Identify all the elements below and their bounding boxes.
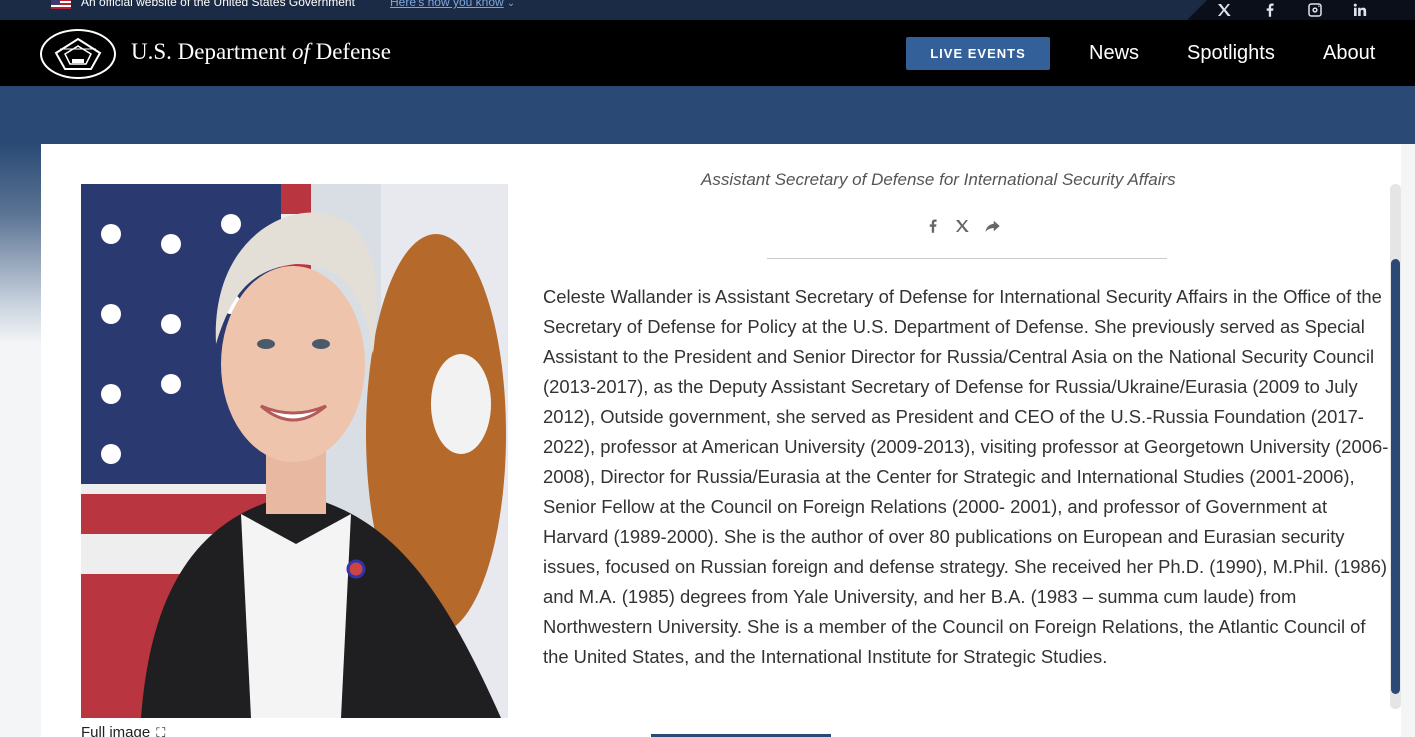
site-title-part1: U.S. Department	[131, 39, 292, 64]
site-title-part2: Defense	[309, 39, 391, 64]
how-you-know-label: Here's how you know	[390, 0, 504, 9]
site-header: U.S. Department of Defense LIVE EVENTS N…	[0, 20, 1415, 86]
bio-text: Celeste Wallander is Assistant Secretary…	[543, 286, 1389, 667]
x-share-icon[interactable]	[953, 217, 971, 235]
us-flag-icon	[51, 0, 71, 9]
nav-news[interactable]: News	[1089, 42, 1139, 65]
dod-seal-logo[interactable]	[40, 29, 116, 79]
how-you-know-link[interactable]: Here's how you know ⌄	[390, 0, 515, 9]
pentagon-icon	[54, 37, 102, 70]
profile-card: Full image ⛶ Assistant Secretary of Defen…	[41, 144, 1401, 737]
facebook-share-icon[interactable]	[924, 217, 942, 235]
side-gradient	[0, 144, 41, 344]
facebook-icon[interactable]	[1261, 1, 1279, 19]
nav-spotlights[interactable]: Spotlights	[1187, 42, 1275, 65]
instagram-icon[interactable]	[1306, 1, 1324, 19]
social-links	[1187, 0, 1415, 20]
share-row	[924, 217, 1004, 237]
full-image-label: Full image	[81, 724, 151, 737]
official-site-text: An official website of the United States…	[81, 0, 355, 9]
expand-icon: ⛶	[156, 725, 166, 737]
profile-subtitle: Assistant Secretary of Defense for Inter…	[701, 170, 1176, 189]
chevron-down-icon: ⌄	[506, 0, 516, 9]
nav-about[interactable]: About	[1323, 42, 1375, 65]
hero-band	[0, 86, 1415, 144]
site-title[interactable]: U.S. Department of Defense	[131, 39, 391, 65]
scrollbar-thumb[interactable]	[1391, 259, 1400, 694]
full-image-link[interactable]: Full image ⛶	[81, 724, 165, 737]
linkedin-icon[interactable]	[1351, 1, 1369, 19]
site-title-of: of	[291, 39, 310, 64]
share-arrow-icon[interactable]	[984, 217, 1002, 235]
scrollbar-track[interactable]	[1390, 184, 1401, 709]
profile-photo[interactable]	[81, 184, 508, 718]
x-icon[interactable]	[1215, 1, 1233, 19]
divider	[767, 258, 1167, 259]
gov-banner: An official website of the United States…	[0, 0, 1415, 20]
live-events-button[interactable]: LIVE EVENTS	[906, 37, 1050, 70]
